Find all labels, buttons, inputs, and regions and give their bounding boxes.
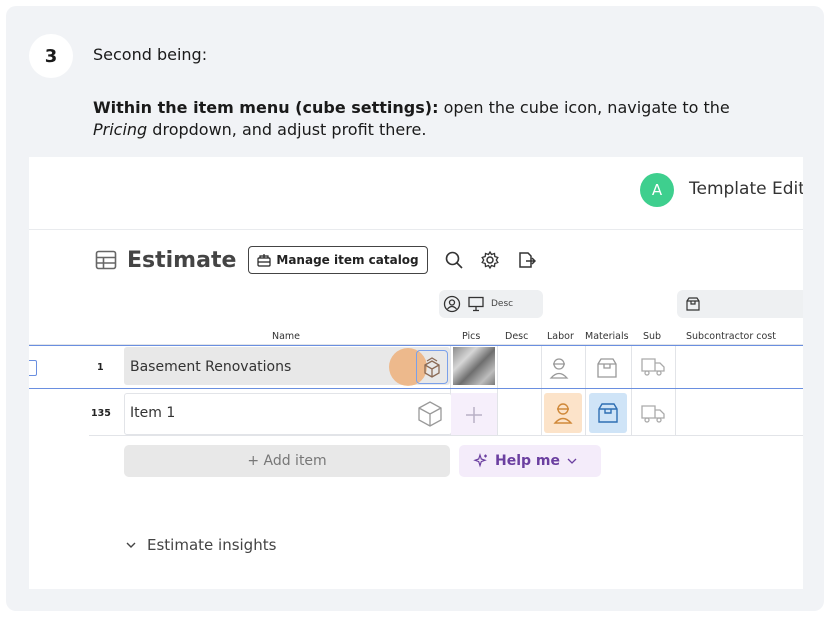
instruction-part1: open the cube icon, navigate to the bbox=[438, 98, 730, 117]
col-header-labor[interactable]: Labor bbox=[547, 331, 574, 342]
col-header-sub[interactable]: Sub bbox=[643, 331, 661, 342]
col-header-materials[interactable]: Materials bbox=[585, 331, 629, 342]
labor-cell[interactable] bbox=[544, 393, 582, 433]
search-icon[interactable] bbox=[444, 250, 464, 270]
manage-catalog-button[interactable]: Manage item catalog bbox=[248, 246, 428, 274]
materials-cell[interactable] bbox=[589, 393, 627, 433]
catalog-icon bbox=[257, 254, 271, 267]
settings-icon[interactable] bbox=[480, 250, 500, 270]
export-icon[interactable] bbox=[516, 250, 536, 270]
chevron-down-icon bbox=[126, 542, 136, 548]
materials-icon bbox=[598, 403, 618, 423]
template-title: Template Edit bbox=[689, 179, 803, 199]
col-header-name[interactable]: Name bbox=[272, 331, 300, 342]
materials-icon[interactable] bbox=[595, 356, 619, 380]
row-divider bbox=[89, 435, 803, 436]
col-header-desc[interactable]: Desc bbox=[505, 331, 528, 342]
app-topbar: A Template Edit bbox=[29, 157, 803, 230]
worker-icon[interactable] bbox=[546, 355, 572, 381]
row-number: 135 bbox=[91, 408, 111, 419]
cube-icon[interactable] bbox=[415, 398, 445, 430]
instruction-part2: dropdown, and adjust profit there. bbox=[147, 120, 427, 139]
app-screenshot: A Template Edit Estimate Manage item cat… bbox=[29, 157, 803, 589]
truck-icon[interactable] bbox=[640, 356, 666, 378]
help-me-label: Help me bbox=[495, 453, 560, 469]
sparkle-icon bbox=[473, 453, 487, 468]
presentation-icon bbox=[468, 296, 484, 312]
group-chip-label: Desc bbox=[491, 299, 514, 309]
estimate-header: Estimate Manage item catalog bbox=[95, 243, 536, 277]
step-title: Second being: bbox=[93, 45, 208, 64]
col-header-subcontractor-cost[interactable]: Subcontractor cost bbox=[686, 331, 776, 342]
item-photo-thumbnail[interactable] bbox=[453, 347, 495, 385]
help-me-button[interactable]: Help me bbox=[459, 445, 601, 477]
worker-icon bbox=[553, 403, 573, 424]
people-icon bbox=[443, 295, 461, 313]
instruction-italic: Pricing bbox=[93, 120, 148, 139]
add-item-button[interactable]: + Add item bbox=[124, 445, 450, 477]
grid-icon bbox=[95, 250, 117, 270]
col-header-pics[interactable]: Pics bbox=[462, 331, 480, 342]
page-title: Estimate bbox=[127, 247, 237, 273]
cube-icon bbox=[424, 357, 440, 378]
chevron-down-icon bbox=[567, 458, 577, 464]
step-number-badge: 3 bbox=[29, 34, 73, 78]
estimate-insights-toggle[interactable]: Estimate insights bbox=[125, 536, 276, 554]
column-group-chip[interactable]: Desc bbox=[439, 290, 543, 318]
add-photo-cell[interactable] bbox=[451, 393, 497, 435]
item-name[interactable]: Basement Renovations bbox=[130, 359, 291, 375]
plus-icon bbox=[466, 407, 482, 423]
avatar[interactable]: A bbox=[640, 173, 674, 207]
subcontractor-group-chip[interactable] bbox=[677, 290, 803, 318]
instruction-bold: Within the item menu (cube settings): bbox=[93, 98, 439, 117]
materials-icon bbox=[686, 297, 700, 311]
row-drag-handle[interactable] bbox=[29, 360, 37, 376]
item-name[interactable]: Item 1 bbox=[130, 405, 175, 421]
step-instruction: Within the item menu (cube settings): op… bbox=[93, 97, 773, 141]
truck-icon[interactable] bbox=[640, 403, 666, 425]
row-number: 1 bbox=[97, 362, 104, 373]
cube-settings-button[interactable] bbox=[416, 350, 448, 384]
estimate-insights-label: Estimate insights bbox=[147, 536, 277, 554]
manage-catalog-label: Manage item catalog bbox=[276, 253, 419, 267]
